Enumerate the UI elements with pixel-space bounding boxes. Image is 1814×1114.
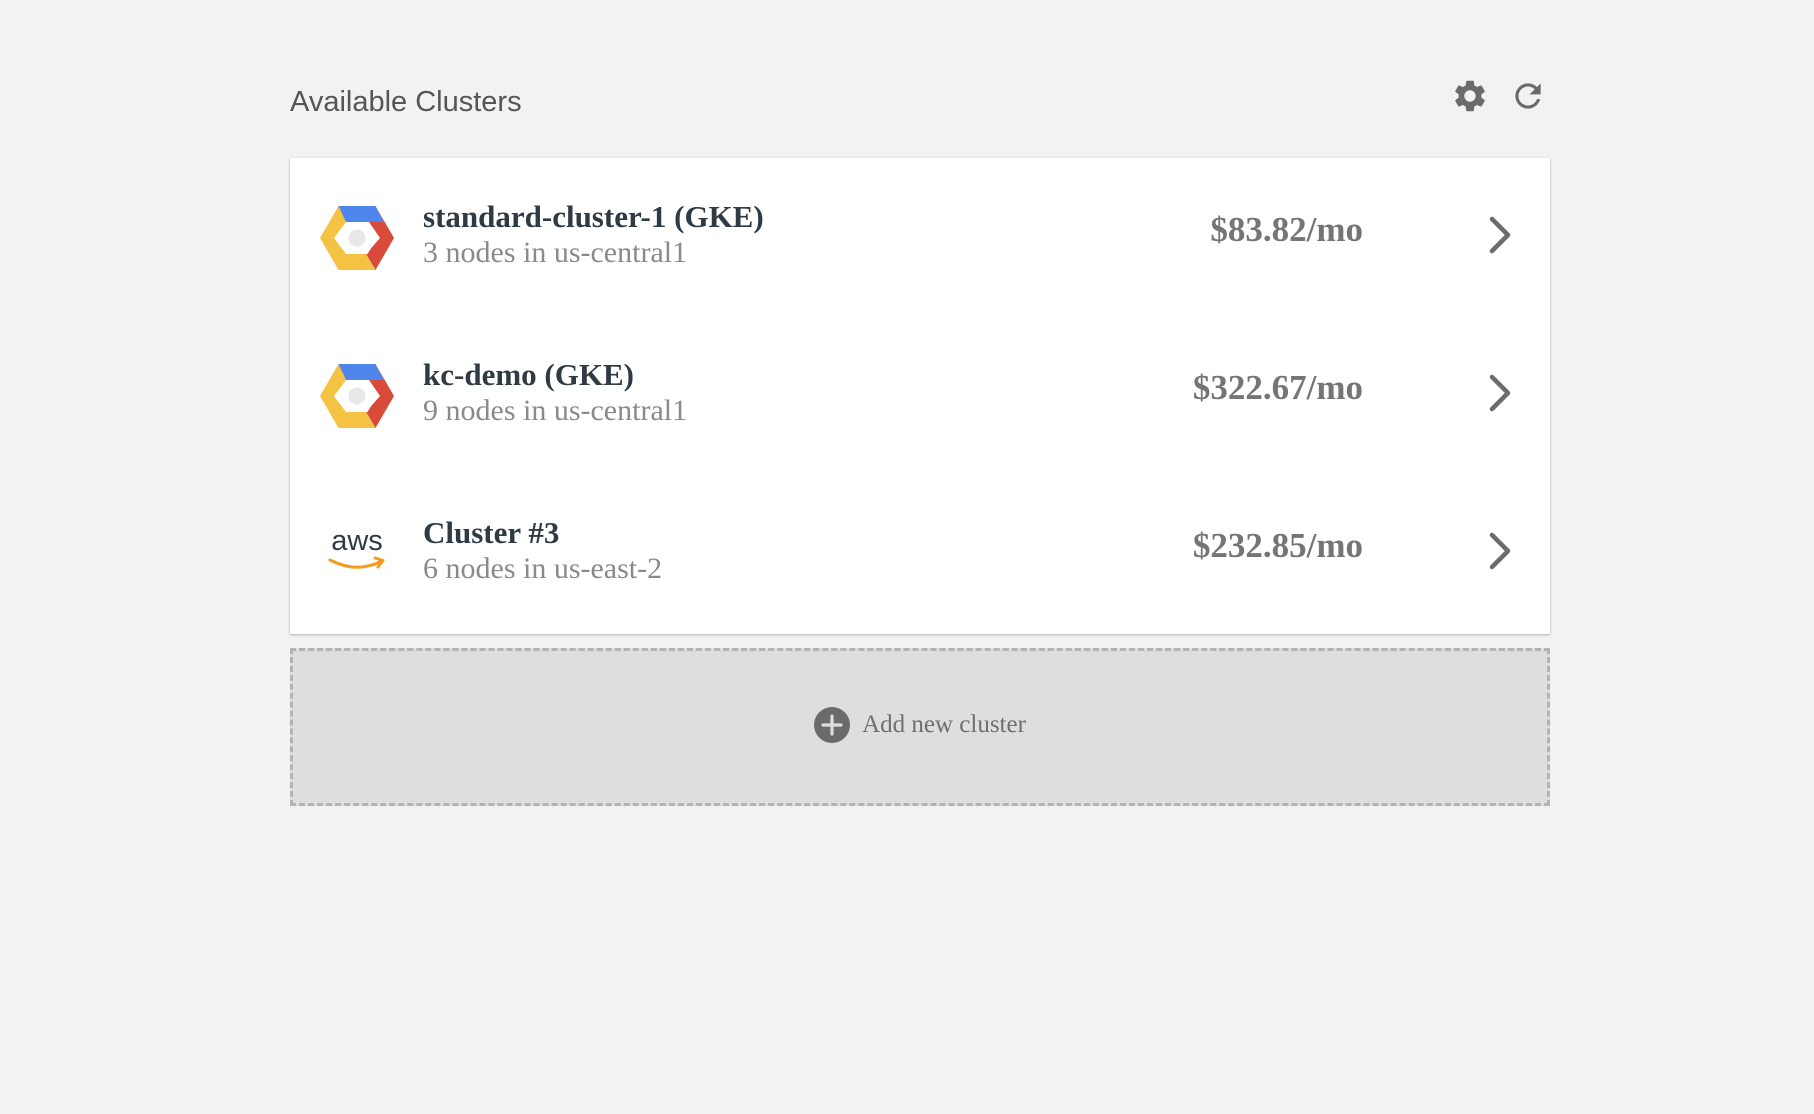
page-title: Available Clusters <box>290 86 522 118</box>
cluster-name: kc-demo (GKE) <box>423 357 634 392</box>
cluster-row[interactable]: aws Cluster #3 6 nodes in us-east-2 $232… <box>290 474 1550 632</box>
cluster-row[interactable]: standard-cluster-1 (GKE) 3 nodes in us-c… <box>290 158 1550 316</box>
refresh-icon <box>1515 83 1541 109</box>
aws-logo-icon: aws <box>328 525 385 569</box>
refresh-button[interactable] <box>1506 74 1550 118</box>
cluster-price: $322.67/mo <box>1192 368 1363 407</box>
cluster-name: Cluster #3 <box>423 515 560 550</box>
cluster-name: standard-cluster-1 (GKE) <box>423 199 764 234</box>
cluster-price: $83.82/mo <box>1210 210 1363 249</box>
google-cloud-hexagon-icon <box>320 206 394 270</box>
chevron-right-icon <box>1489 216 1511 254</box>
cluster-detail: 6 nodes in us-east-2 <box>423 552 663 585</box>
add-cluster-button[interactable]: Add new cluster <box>290 648 1550 806</box>
cluster-detail: 9 nodes in us-central1 <box>423 394 688 427</box>
google-cloud-hexagon-icon <box>320 364 394 428</box>
add-cluster-content: Add new cluster <box>814 707 1026 743</box>
svg-text:aws: aws <box>331 525 383 557</box>
cluster-list: standard-cluster-1 (GKE) 3 nodes in us-c… <box>290 158 1550 634</box>
chevron-right-icon <box>1489 374 1511 412</box>
settings-button[interactable] <box>1448 74 1492 118</box>
chevron-right-icon <box>1489 532 1511 570</box>
cluster-price: $232.85/mo <box>1192 526 1363 565</box>
cluster-detail: 3 nodes in us-central1 <box>423 236 688 269</box>
plus-circle-icon <box>814 707 851 743</box>
gear-icon <box>1455 80 1485 112</box>
cluster-row[interactable]: kc-demo (GKE) 9 nodes in us-central1 $32… <box>290 316 1550 474</box>
add-cluster-label: Add new cluster <box>862 711 1026 738</box>
